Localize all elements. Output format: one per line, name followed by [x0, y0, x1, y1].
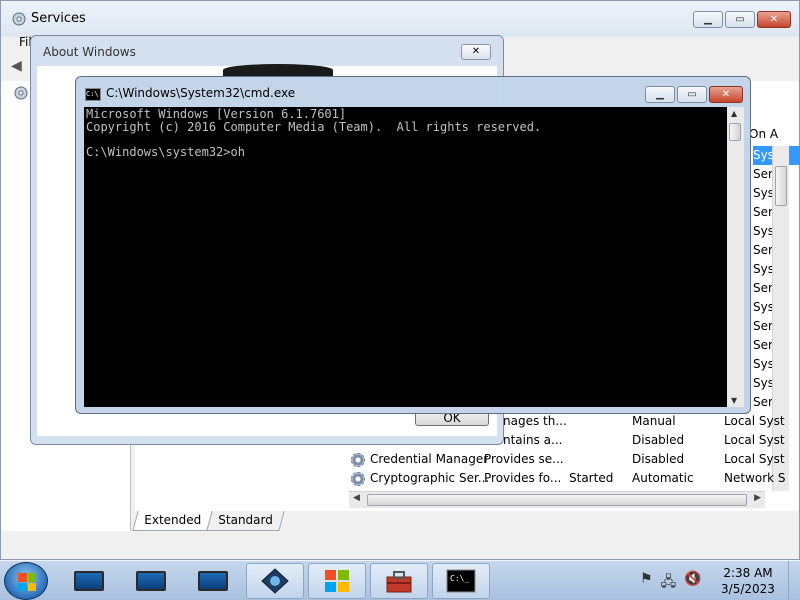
service-startup: Disabled	[632, 433, 685, 447]
monitor-icon	[198, 571, 228, 591]
service-status: Started	[569, 471, 614, 485]
about-close-button[interactable]: ✕	[461, 44, 491, 60]
windows-explorer-icon	[325, 570, 349, 592]
column-header-logon[interactable]: On A	[749, 127, 778, 141]
services-minimize-button[interactable]: ▁	[693, 11, 723, 28]
about-title: About Windows	[43, 45, 136, 59]
services-maximize-button[interactable]: ▭	[725, 11, 755, 28]
taskbar-toolbox[interactable]	[370, 563, 428, 599]
services-title: Services	[31, 11, 86, 26]
cmd-console[interactable]: Microsoft Windows [Version 6.1.7601] Copy…	[84, 107, 727, 407]
service-name: Cryptographic Ser...	[370, 471, 490, 485]
taskbar-cmd[interactable]: C:\_	[432, 563, 490, 599]
scroll-left-icon[interactable]: ◀	[353, 493, 360, 503]
close-icon: ✕	[471, 46, 481, 57]
maximize-icon: ▭	[687, 89, 697, 100]
scroll-down-icon[interactable]: ▼	[731, 396, 737, 405]
toolbox-icon	[386, 571, 412, 593]
service-logon: Network S	[724, 471, 786, 485]
cmd-maximize-button[interactable]: ▭	[677, 86, 707, 103]
services-close-button[interactable]: ✕	[757, 11, 791, 28]
cmd-vertical-scrollbar[interactable]: ▲ ▼	[727, 107, 744, 407]
cmd-icon: C:\	[85, 88, 101, 101]
windows-flag-icon	[18, 573, 36, 591]
scroll-up-icon[interactable]: ▲	[731, 109, 737, 118]
taskbar-monitor-2[interactable]	[122, 563, 180, 599]
taskbar-monitor-1[interactable]	[60, 563, 118, 599]
windows-logo-banner	[223, 64, 333, 76]
clock-time: 2:38 AM	[723, 566, 773, 580]
show-desktop-button[interactable]	[788, 561, 800, 600]
network-icon	[261, 568, 289, 594]
scroll-thumb[interactable]	[367, 494, 747, 506]
minimize-icon: ▁	[704, 14, 712, 25]
cmd-icon: C:\_	[446, 569, 476, 593]
service-description: Provides se...	[484, 452, 564, 466]
taskbar: C:\_ ⚑ 🖧 🔇 2:38 AM 3/5/2023	[0, 560, 800, 600]
start-button[interactable]	[4, 562, 48, 600]
close-icon: ✕	[769, 14, 779, 25]
service-gear-icon	[351, 450, 365, 469]
taskbar-monitor-3[interactable]	[184, 563, 242, 599]
system-tray: ⚑ 🖧 🔇	[640, 571, 702, 595]
scroll-right-icon[interactable]: ▶	[754, 493, 761, 503]
cmd-minimize-button[interactable]: ▁	[645, 86, 675, 103]
service-description: Provides fo...	[484, 471, 562, 485]
cmd-window: C:\ C:\Windows\System32\cmd.exe ▁ ▭ ✕ Mi…	[75, 76, 751, 414]
service-startup: Disabled	[632, 452, 685, 466]
view-tabs: Extended Standard	[132, 511, 285, 531]
service-logon: Local Syst	[724, 452, 785, 466]
services-gear-icon	[12, 12, 26, 26]
back-arrow-icon[interactable]: ◀	[11, 58, 31, 74]
scroll-thumb[interactable]	[729, 123, 741, 141]
service-startup: Automatic	[632, 471, 694, 485]
network-status-icon[interactable]: 🖧	[661, 571, 677, 595]
services-tree-gear-icon[interactable]	[13, 85, 29, 101]
service-description: nages th...	[503, 414, 567, 428]
action-center-flag-icon[interactable]: ⚑	[640, 571, 653, 595]
taskbar-network[interactable]	[246, 563, 304, 599]
services-horizontal-scrollbar[interactable]: ◀ ▶	[349, 491, 765, 508]
service-startup: Manual	[632, 414, 676, 428]
clock[interactable]: 2:38 AM 3/5/2023	[700, 565, 796, 597]
service-gear-icon	[351, 469, 365, 488]
scroll-thumb[interactable]	[775, 166, 787, 206]
cmd-close-button[interactable]: ✕	[709, 86, 743, 103]
minimize-icon: ▁	[656, 89, 664, 100]
console-prompt-line: C:\Windows\system32>oh	[86, 144, 245, 159]
clock-date: 3/5/2023	[721, 582, 775, 596]
close-icon: ✕	[721, 89, 731, 100]
tab-extended[interactable]: Extended	[132, 511, 213, 531]
volume-muted-icon[interactable]: 🔇	[684, 571, 701, 595]
service-description: ntains a...	[503, 433, 563, 447]
service-logon: Local Syst	[724, 433, 785, 447]
tab-standard[interactable]: Standard	[206, 511, 285, 531]
services-titlebar[interactable]: Services ▁ ▭ ✕	[1, 1, 799, 37]
maximize-icon: ▭	[735, 14, 745, 25]
taskbar-windows-explorer[interactable]	[308, 563, 366, 599]
svg-text:C:\_: C:\_	[450, 574, 469, 583]
cmd-title: C:\Windows\System32\cmd.exe	[106, 86, 296, 100]
monitor-icon	[136, 571, 166, 591]
console-line: Microsoft Windows [Version 6.1.7601]	[86, 107, 347, 121]
console-line: Copyright (c) 2016 Computer Media (Team)…	[86, 119, 542, 134]
monitor-icon	[74, 571, 104, 591]
service-name: Credential Manager	[370, 452, 489, 466]
service-logon: Local Syst	[724, 414, 785, 428]
